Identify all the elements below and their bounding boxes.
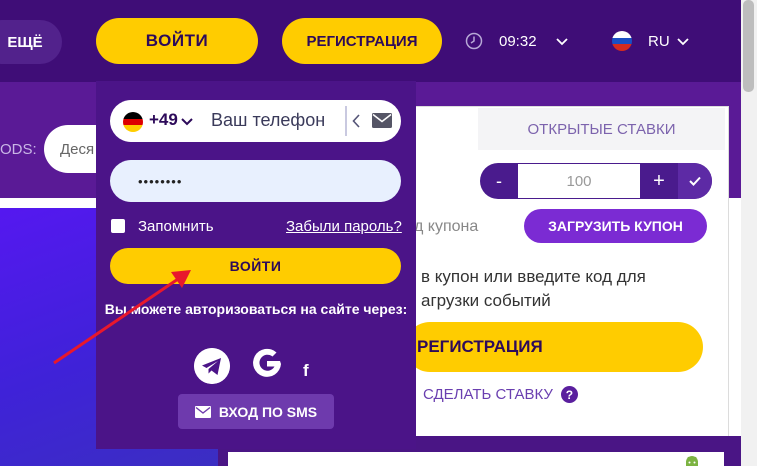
help-icon[interactable]: ? — [560, 386, 578, 403]
betslip-register-button[interactable]: РЕГИСТРАЦИЯ — [405, 322, 703, 372]
social-login-text: Вы можете авторизоваться на сайте через: — [104, 301, 408, 317]
odds-format-label: ODS: — [0, 141, 37, 158]
scrollbar-thumb[interactable] — [743, 0, 754, 92]
envelope-icon — [194, 405, 211, 418]
language-chevron-down-icon[interactable] — [677, 38, 689, 46]
phone-field-divider — [345, 106, 347, 136]
country-chevron-down-icon[interactable] — [181, 118, 193, 126]
betslip-hint-line-1: в купон или введите код для — [421, 267, 646, 286]
coupon-code-input[interactable]: д купона — [414, 218, 478, 236]
country-code[interactable]: +49 — [149, 110, 178, 130]
header-register-button[interactable]: РЕГИСТРАЦИЯ — [282, 18, 442, 64]
login-submit-button[interactable]: ВОЙТИ — [110, 248, 401, 284]
remember-checkbox[interactable] — [111, 219, 125, 233]
app-download-strip — [228, 452, 724, 466]
stake-minus-button[interactable]: - — [480, 163, 518, 199]
sms-login-label: ВХОД ПО SMS — [218, 403, 318, 420]
google-icon[interactable] — [249, 346, 285, 382]
remember-label[interactable]: Запомнить — [138, 218, 214, 235]
load-coupon-button[interactable]: ЗАГРУЗИТЬ КУПОН — [524, 209, 707, 243]
header-login-button[interactable]: ВОЙТИ — [96, 18, 258, 64]
stake-confirm-button[interactable] — [678, 163, 712, 199]
betslip-hint: в купон или введите код для агрузки собы… — [421, 265, 721, 313]
android-icon[interactable] — [684, 454, 700, 466]
password-input[interactable]: •••••••• — [110, 160, 401, 202]
tab-open-bets[interactable]: ОТКРЫТЫЕ СТАВКИ — [478, 108, 725, 150]
chevron-left-icon[interactable] — [352, 114, 360, 128]
how-to-bet-label: СДЕЛАТЬ СТАВКУ — [423, 386, 553, 403]
forgot-password-link[interactable]: Забыли пароль? — [286, 218, 402, 235]
germany-flag-icon[interactable] — [123, 112, 143, 132]
stake-input[interactable]: 100 — [518, 164, 640, 198]
clock-time[interactable]: 09:32 — [499, 33, 537, 50]
how-to-bet-link[interactable]: СДЕЛАТЬ СТАВКУ ? — [423, 386, 578, 403]
betslip-hint-line-2: агрузки событий — [421, 291, 551, 310]
telegram-icon[interactable] — [194, 348, 230, 384]
mail-icon[interactable] — [372, 113, 392, 128]
sms-login-button[interactable]: ВХОД ПО SMS — [178, 394, 334, 429]
phone-input[interactable]: Ваш телефон — [211, 110, 325, 131]
checkmark-icon — [689, 176, 701, 186]
time-chevron-down-icon[interactable] — [556, 38, 568, 46]
more-button[interactable]: ЕЩЁ — [0, 20, 62, 64]
stake-plus-button[interactable]: + — [640, 163, 678, 199]
language-selector[interactable]: RU — [648, 33, 670, 50]
facebook-icon[interactable]: f — [303, 361, 319, 380]
clock-icon — [465, 32, 483, 50]
russia-flag-icon[interactable] — [612, 31, 632, 51]
stake-stepper: - 100 + — [480, 163, 712, 199]
